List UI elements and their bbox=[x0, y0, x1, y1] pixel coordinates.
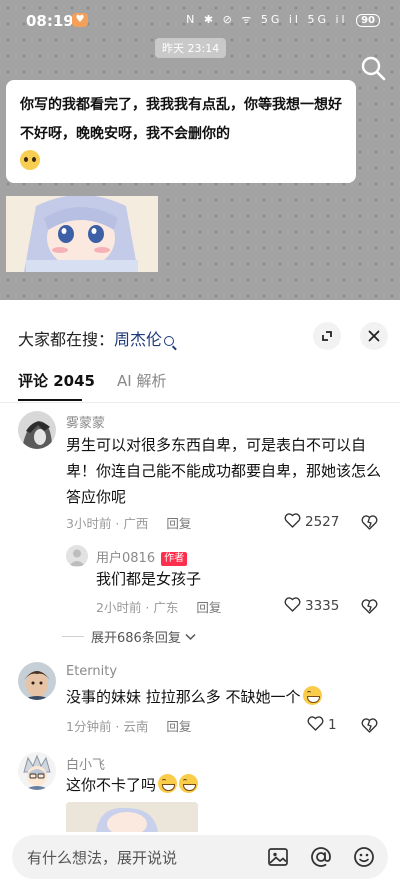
reply-button[interactable]: 回复 bbox=[196, 600, 221, 615]
reply-author-name: 用户0816 bbox=[96, 551, 156, 566]
tabs-divider bbox=[0, 402, 400, 403]
heart-icon bbox=[284, 513, 301, 528]
chat-timestamp: 昨天 23:14 bbox=[155, 38, 227, 58]
like-count: 1 bbox=[328, 717, 337, 733]
dislike-icon[interactable] bbox=[361, 598, 378, 614]
image-icon[interactable] bbox=[266, 845, 290, 869]
expand-replies-label: 展开686条回复 bbox=[91, 631, 181, 646]
emoji-icon[interactable] bbox=[352, 845, 376, 869]
like-button[interactable]: 1 bbox=[307, 716, 337, 733]
avatar[interactable] bbox=[18, 411, 56, 449]
expand-divider bbox=[62, 636, 84, 637]
like-button[interactable]: 3335 bbox=[284, 597, 339, 614]
reply-time-location: 2小时前 · 广东 bbox=[96, 600, 179, 615]
status-icons: N ✱ ⊘ ᯤ 5G il 5G il 90 bbox=[186, 12, 380, 27]
avatar[interactable] bbox=[18, 662, 56, 700]
reply-author[interactable]: 用户0816 作者 bbox=[96, 547, 188, 566]
comment-author[interactable]: 白小飞 bbox=[66, 754, 105, 773]
battery-icon: 90 bbox=[356, 14, 380, 27]
comment-author[interactable]: 雾蒙蒙 bbox=[66, 412, 105, 431]
comment-meta: 1分钟前 · 云南 回复 bbox=[66, 716, 191, 735]
grin-emoji-icon bbox=[179, 774, 199, 793]
trending-search-prefix: 大家都在搜： bbox=[18, 330, 115, 349]
tab-comments[interactable]: 评论 2045 bbox=[18, 372, 95, 390]
status-time: 08:19 bbox=[26, 12, 74, 30]
chat-message-text: 你写的我都看完了，我我我有点乱，你等我想一想好不好呀，晚晚安呀，我不会删你的 bbox=[20, 97, 342, 142]
like-count: 2527 bbox=[305, 514, 340, 530]
reply-button[interactable]: 回复 bbox=[166, 719, 191, 734]
close-button[interactable] bbox=[360, 322, 388, 350]
comment-text: 男生可以对很多东西自卑，可是表白不可以自卑！你连自己能不能成功都要自卑，那她该怎… bbox=[66, 436, 382, 506]
comment-meta: 3小时前 · 广西 回复 bbox=[66, 513, 191, 532]
notification-icon: ♥ bbox=[72, 13, 88, 27]
heart-icon bbox=[284, 597, 301, 612]
like-count: 3335 bbox=[305, 598, 340, 614]
comment-input[interactable]: 有什么想法，展开说说 bbox=[12, 835, 388, 879]
status-bar: 08:19 ♥ N ✱ ⊘ ᯤ 5G il 5G il 90 bbox=[0, 0, 400, 36]
avatar[interactable] bbox=[18, 752, 56, 790]
search-icon[interactable] bbox=[360, 55, 386, 81]
search-icon bbox=[164, 336, 175, 346]
active-tab-indicator bbox=[18, 399, 82, 401]
avatar[interactable] bbox=[66, 545, 88, 567]
heart-icon bbox=[307, 716, 324, 731]
expand-button[interactable] bbox=[313, 322, 341, 350]
reply-text: 我们都是女孩子 bbox=[96, 570, 202, 588]
expand-icon bbox=[322, 331, 332, 341]
author-badge: 作者 bbox=[161, 552, 188, 566]
comment-tabs: 评论 2045 AI 解析 bbox=[18, 370, 166, 391]
signal-icons: N ✱ ⊘ ᯤ 5G il 5G il bbox=[186, 13, 348, 26]
anime-sticker-image bbox=[6, 196, 158, 272]
chat-message-bubble: 你写的我都看完了，我我我有点乱，你等我想一想好不好呀，晚晚安呀，我不会删你的 bbox=[6, 80, 356, 183]
reply-meta: 2小时前 · 广东 回复 bbox=[96, 597, 221, 616]
comment-time-location: 3小时前 · 广西 bbox=[66, 516, 149, 531]
like-button[interactable]: 2527 bbox=[284, 513, 339, 530]
dislike-icon[interactable] bbox=[361, 717, 378, 733]
comment-text-row: 这你不卡了吗 bbox=[66, 772, 366, 798]
comment-input-placeholder: 有什么想法，展开说说 bbox=[27, 849, 178, 867]
chevron-down-icon bbox=[185, 633, 196, 641]
comment-text: 这你不卡了吗 bbox=[66, 776, 157, 794]
chat-background: 08:19 ♥ N ✱ ⊘ ᯤ 5G il 5G il 90 昨天 23:14 … bbox=[0, 0, 400, 300]
reply-button[interactable]: 回复 bbox=[166, 516, 191, 531]
comment-text: 没事的妹妹 拉拉那么多 不缺她一个 bbox=[66, 688, 301, 706]
trending-search-keyword[interactable]: 周杰伦 bbox=[114, 330, 162, 349]
tab-ai-analysis[interactable]: AI 解析 bbox=[117, 372, 166, 390]
comment-image[interactable] bbox=[66, 802, 198, 832]
comment-time-location: 1分钟前 · 云南 bbox=[66, 719, 149, 734]
comment-author[interactable]: Eternity bbox=[66, 664, 117, 679]
expand-replies-button[interactable]: 展开686条回复 bbox=[91, 627, 196, 646]
trending-search[interactable]: 大家都在搜：周杰伦 bbox=[18, 326, 175, 350]
comment-text-row: 没事的妹妹 拉拉那么多 不缺她一个 bbox=[66, 684, 366, 710]
dislike-icon[interactable] bbox=[361, 514, 378, 530]
at-icon[interactable] bbox=[309, 845, 333, 869]
close-icon bbox=[368, 330, 380, 342]
grin-emoji-icon bbox=[302, 686, 322, 705]
grin-emoji-icon bbox=[158, 774, 178, 793]
pleading-emoji-icon bbox=[20, 149, 40, 170]
